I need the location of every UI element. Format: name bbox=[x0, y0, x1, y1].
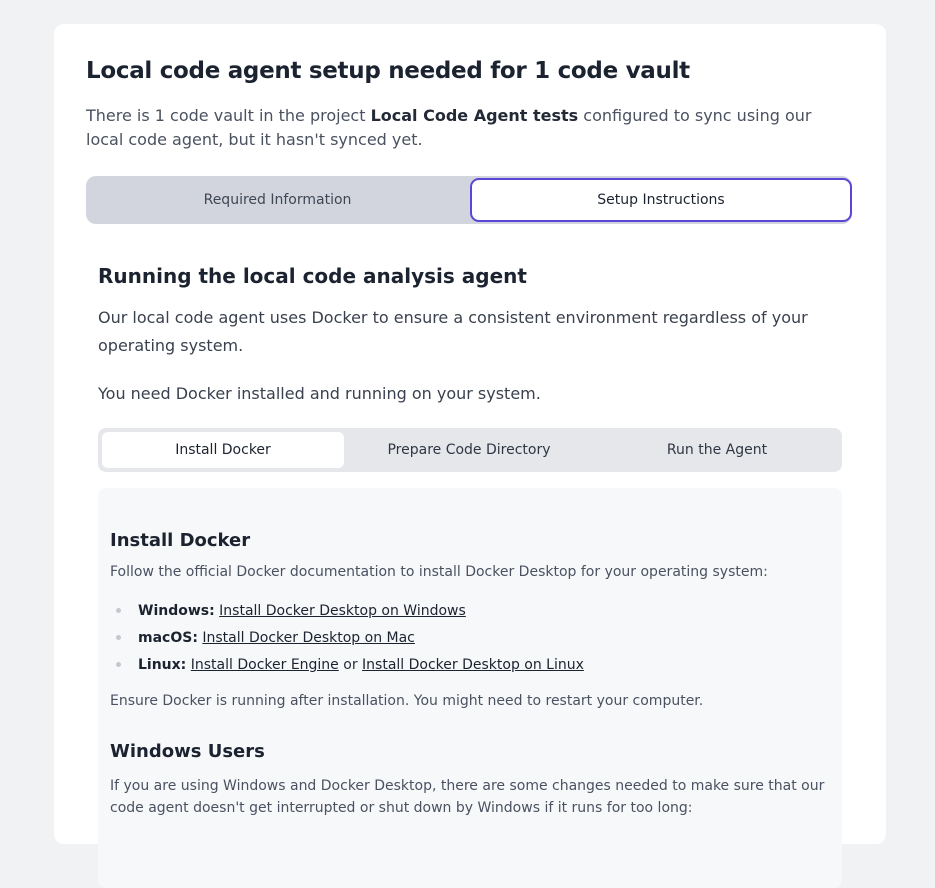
tab-run-the-agent[interactable]: Run the Agent bbox=[594, 428, 840, 472]
or-text: or bbox=[338, 657, 363, 673]
list-item: Linux: Install Docker Engine or Install … bbox=[110, 654, 830, 681]
sub-tab-bar: Install Docker Prepare Code Directory Ru… bbox=[98, 428, 842, 472]
os-label: Linux: bbox=[138, 657, 187, 673]
install-links-list: Windows: Install Docker Desktop on Windo… bbox=[110, 600, 830, 681]
tab-prepare-code-directory[interactable]: Prepare Code Directory bbox=[346, 428, 592, 472]
linux-engine-link[interactable]: Install Docker Engine bbox=[191, 657, 339, 673]
list-item: Windows: Install Docker Desktop on Windo… bbox=[110, 600, 830, 627]
os-label: macOS: bbox=[138, 630, 198, 646]
windows-users-heading: Windows Users bbox=[110, 741, 265, 762]
intro-before: There is 1 code vault in the project bbox=[86, 106, 371, 125]
setup-card: Local code agent setup needed for 1 code… bbox=[54, 24, 886, 888]
tab-setup-instructions[interactable]: Setup Instructions bbox=[470, 178, 852, 222]
project-name: Local Code Agent tests bbox=[370, 106, 579, 125]
list-item: macOS: Install Docker Desktop on Mac bbox=[110, 627, 830, 654]
section-paragraph-2: You need Docker installed and running on… bbox=[98, 384, 541, 403]
mac-install-link[interactable]: Install Docker Desktop on Mac bbox=[202, 630, 415, 646]
panel-heading: Install Docker bbox=[110, 530, 251, 551]
intro-text: There is 1 code vault in the project Loc… bbox=[86, 104, 846, 152]
page-title: Local code agent setup needed for 1 code… bbox=[86, 58, 690, 84]
tab-required-information[interactable]: Required Information bbox=[86, 176, 469, 224]
section-title: Running the local code analysis agent bbox=[98, 264, 527, 288]
after-install-note: Ensure Docker is running after installat… bbox=[110, 693, 704, 709]
windows-users-text: If you are using Windows and Docker Desk… bbox=[110, 778, 825, 816]
install-docker-panel: Install Docker Follow the official Docke… bbox=[98, 488, 842, 888]
main-tab-bar: Required Information Setup Instructions bbox=[86, 176, 852, 224]
panel-intro: Follow the official Docker documentation… bbox=[110, 564, 768, 580]
windows-install-link[interactable]: Install Docker Desktop on Windows bbox=[219, 603, 466, 619]
linux-desktop-link[interactable]: Install Docker Desktop on Linux bbox=[362, 657, 584, 673]
section-paragraph-1: Our local code agent uses Docker to ensu… bbox=[98, 308, 808, 355]
os-label: Windows: bbox=[138, 603, 215, 619]
tab-install-docker[interactable]: Install Docker bbox=[102, 432, 344, 468]
